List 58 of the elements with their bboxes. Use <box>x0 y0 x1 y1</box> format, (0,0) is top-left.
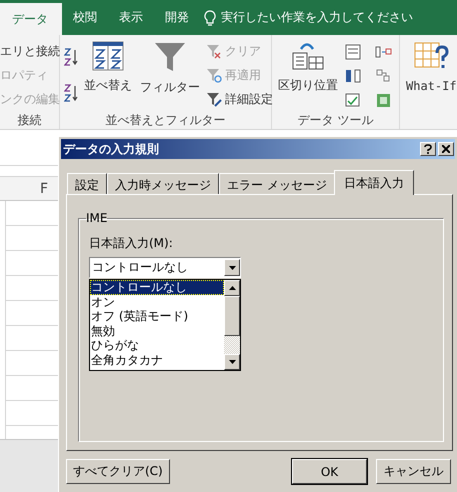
ribbon-tab[interactable]: データ <box>0 3 62 35</box>
list-option[interactable]: オフ (英語モード) <box>90 309 224 324</box>
ribbon-tab[interactable]: 開発 <box>154 0 200 35</box>
list-option[interactable]: 無効 <box>90 324 224 338</box>
up-arrow-icon <box>228 286 236 290</box>
close-button[interactable] <box>438 142 454 156</box>
split-columns-icon <box>291 41 325 71</box>
ribbon-button[interactable]: 詳細設定 <box>206 90 273 108</box>
sort-descending-icon[interactable] <box>64 83 78 103</box>
ribbon-button[interactable]: エリと接続 <box>0 42 60 60</box>
validation-icon[interactable] <box>344 91 362 109</box>
text-to-columns-button[interactable]: 区切り位置 <box>276 39 340 111</box>
group-label: データ ツール <box>296 112 374 129</box>
help-icon <box>424 144 432 154</box>
scroll-up-button[interactable] <box>224 280 240 296</box>
dialog-button[interactable]: すべてクリア(C) <box>66 459 170 484</box>
dialog-tab[interactable]: エラー メッセージ <box>219 173 335 194</box>
what-if-button[interactable]: What-If <box>404 39 457 111</box>
down-arrow-icon <box>228 360 236 364</box>
group-title: IME <box>86 211 108 225</box>
list-option[interactable]: ひらがな <box>90 338 224 353</box>
funnel-icon <box>154 41 186 73</box>
group-label: 並べ替えとフィルター <box>104 112 226 129</box>
cell-grid[interactable] <box>5 201 59 440</box>
funnel-icon <box>206 91 222 107</box>
list-option[interactable]: 全角カタカナ <box>90 352 224 368</box>
ribbon-tab[interactable]: 校閲 <box>62 0 108 35</box>
sort-icon <box>92 41 124 71</box>
dialog-tab[interactable]: 設定 <box>67 173 107 194</box>
filter-button[interactable]: フィルター <box>138 39 202 111</box>
scroll-down-button[interactable] <box>224 354 240 370</box>
funnel-icon <box>206 43 222 59</box>
sort-ascending-icon[interactable] <box>64 47 78 67</box>
list-option[interactable]: コントロールなし <box>90 280 224 295</box>
data-model-icon[interactable] <box>374 91 392 109</box>
dialog-title: データの入力規則 <box>63 140 159 158</box>
field-label: 日本語入力(M): <box>89 236 173 250</box>
dialog-button[interactable]: OK <box>292 459 367 484</box>
ime-mode-dropdown[interactable]: コントロールなし <box>89 257 241 278</box>
group-label: 接続 <box>16 112 42 129</box>
dropdown-arrow-icon <box>228 266 236 270</box>
list-option[interactable]: オン <box>90 294 224 310</box>
dropdown-list[interactable]: コントロールなし オン オフ (英語モード) 無効 ひらがな 全角カタカナ <box>89 279 241 371</box>
scroll-thumb[interactable] <box>224 296 240 336</box>
help-button[interactable] <box>420 142 436 156</box>
sort-button[interactable]: 並べ替え <box>82 39 134 111</box>
list-icon[interactable] <box>344 43 362 61</box>
tell-me-field[interactable]: 実行したい作業を入力してください <box>221 9 413 26</box>
columns-icon[interactable] <box>344 67 362 85</box>
lightbulb-icon <box>204 10 216 26</box>
scrollbar[interactable] <box>224 280 240 370</box>
ribbon-tab[interactable]: 表示 <box>108 0 154 35</box>
close-icon <box>442 145 450 153</box>
dialog-tab[interactable]: 入力時メッセージ <box>107 173 219 194</box>
funnel-icon <box>206 67 222 83</box>
column-header[interactable]: F <box>0 176 58 201</box>
dialog-button[interactable]: キャンセル <box>376 459 451 484</box>
dialog-tab[interactable]: 日本語入力 <box>334 170 414 195</box>
